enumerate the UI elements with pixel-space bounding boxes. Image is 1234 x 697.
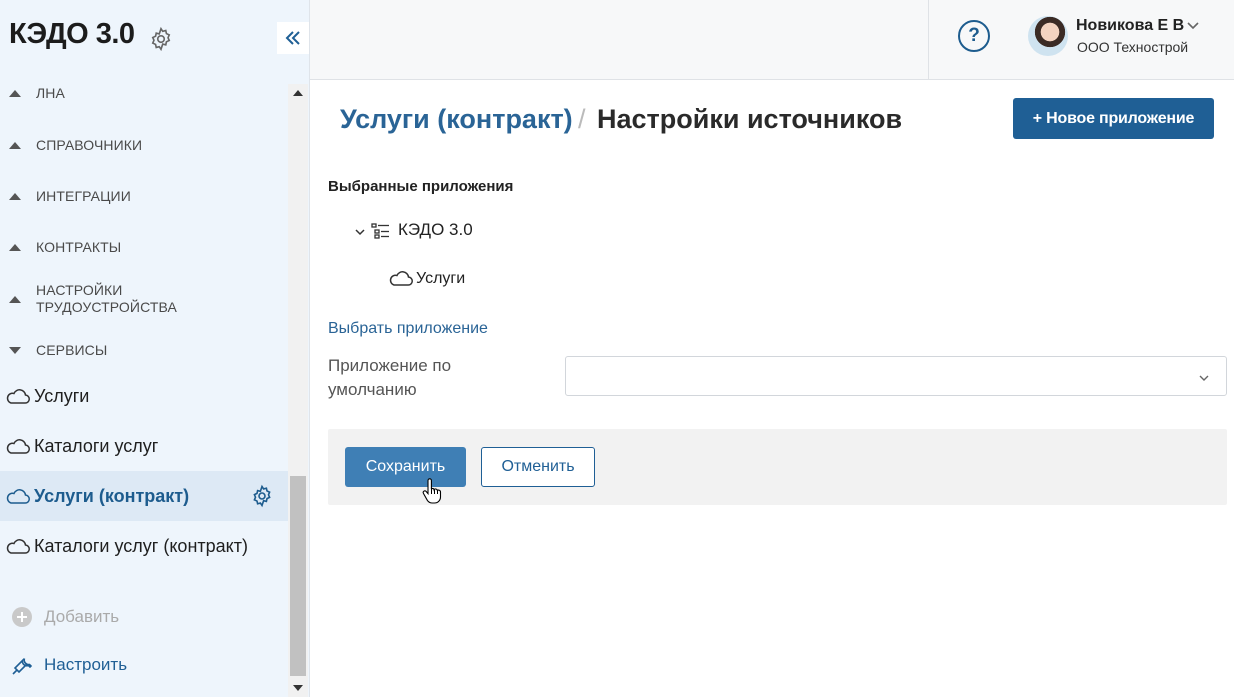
sidebar-section-label: СЕРВИСЫ — [36, 341, 108, 358]
sidebar-item-service-catalogs[interactable]: Каталоги услуг — [0, 421, 288, 471]
sidebar-section-label: ИНТЕГРАЦИИ — [36, 187, 131, 204]
cloud-icon — [0, 387, 34, 405]
cloud-icon — [0, 487, 34, 505]
breadcrumb-separator: / — [578, 104, 586, 134]
save-button[interactable]: Сохранить — [345, 447, 466, 487]
chevron-down-icon[interactable] — [1186, 18, 1200, 36]
collapsed-arrow-icon — [9, 192, 21, 200]
collapse-sidebar-button[interactable] — [277, 22, 309, 54]
new-app-button[interactable]: + Новое приложение — [1013, 98, 1214, 139]
sidebar-section-lna[interactable]: ЛНА — [0, 84, 288, 102]
sidebar: КЭДО 3.0 ЛНА СПРАВОЧНИКИ ИНТЕГРАЦИИ КОНТ… — [0, 0, 310, 697]
sidebar-item-service-catalogs-contract[interactable]: Каталоги услуг (контракт) — [0, 521, 288, 571]
app-brand-title: КЭДО 3.0 — [9, 18, 135, 50]
avatar[interactable] — [1028, 16, 1068, 56]
cloud-icon — [0, 437, 34, 455]
add-label: Добавить — [44, 607, 120, 626]
default-app-select[interactable] — [565, 356, 1227, 396]
sidebar-scrollbar[interactable] — [288, 84, 308, 697]
sidebar-item-services-contract[interactable]: Услуги (контракт) — [0, 471, 288, 521]
sidebar-item-services[interactable]: Услуги — [0, 371, 288, 421]
sidebar-section-contracts[interactable]: КОНТРАКТЫ — [0, 238, 288, 256]
topbar-divider — [928, 0, 929, 80]
scroll-up-arrow-icon[interactable] — [293, 90, 303, 96]
sidebar-item-label: Услуги (контракт) — [34, 485, 190, 506]
user-company: ООО Технострой — [1077, 39, 1189, 55]
tree-app-label[interactable]: КЭДО 3.0 — [398, 220, 473, 240]
sidebar-item-label: Каталоги услуг (контракт) — [34, 535, 248, 556]
sidebar-section-directories[interactable]: СПРАВОЧНИКИ — [0, 136, 288, 154]
sidebar-section-employment-settings[interactable]: НАСТРОЙКИ ТРУДОУСТРОЙСТВА — [0, 281, 288, 317]
sidebar-section-label: СПРАВОЧНИКИ — [36, 136, 143, 153]
collapsed-arrow-icon — [9, 295, 21, 303]
user-name[interactable]: Новикова Е В — [1076, 17, 1184, 35]
default-app-label: Приложение по умолчанию — [328, 356, 452, 399]
scroll-down-arrow-icon[interactable] — [293, 685, 303, 691]
collapsed-arrow-icon — [9, 141, 21, 149]
collapsed-arrow-icon — [9, 243, 21, 251]
sidebar-section-integrations[interactable]: ИНТЕГРАЦИИ — [0, 187, 288, 205]
chevron-down-icon[interactable] — [354, 224, 366, 242]
sidebar-section-label: КОНТРАКТЫ — [36, 238, 122, 255]
sidebar-item-label: Услуги — [34, 385, 90, 406]
breadcrumb-parent-link[interactable]: Услуги (контракт) — [340, 104, 573, 135]
add-button[interactable]: Добавить — [0, 597, 288, 637]
sidebar-section-label: НАСТРОЙКИ ТРУДОУСТРОЙСТВА — [36, 282, 177, 315]
cloud-icon — [0, 537, 34, 555]
sidebar-nav: ЛНА СПРАВОЧНИКИ ИНТЕГРАЦИИ КОНТРАКТЫ НАС… — [0, 72, 288, 697]
configure-label: Настроить — [44, 655, 128, 674]
plus-circle-icon — [0, 607, 44, 627]
scrollbar-thumb[interactable] — [290, 476, 306, 676]
gear-icon[interactable] — [250, 484, 274, 508]
cloud-icon — [388, 269, 414, 292]
collapsed-arrow-icon — [9, 89, 21, 97]
gear-icon[interactable] — [148, 26, 174, 52]
sidebar-section-label: ЛНА — [36, 84, 65, 101]
tree-child-label[interactable]: Услуги — [416, 270, 465, 288]
help-button[interactable]: ? — [958, 20, 990, 52]
sidebar-item-label: Каталоги услуг — [34, 435, 159, 456]
choose-app-link[interactable]: Выбрать приложение — [328, 320, 488, 338]
wrench-icon — [0, 653, 44, 677]
selected-apps-label: Выбранные приложения — [328, 178, 514, 195]
configure-button[interactable]: Настроить — [0, 645, 288, 685]
hand-cursor-icon — [422, 478, 442, 509]
cancel-button[interactable]: Отменить — [481, 447, 595, 487]
chevron-down-icon — [1198, 370, 1210, 388]
double-chevron-left-icon — [285, 31, 300, 45]
sidebar-section-services[interactable]: СЕРВИСЫ — [0, 341, 288, 359]
app-list-icon — [371, 222, 391, 245]
page-title: Настройки источников — [597, 104, 903, 134]
help-icon: ? — [968, 25, 980, 46]
topbar: ? Новикова Е В ООО Технострой — [310, 0, 1234, 80]
expanded-arrow-icon — [9, 346, 21, 354]
